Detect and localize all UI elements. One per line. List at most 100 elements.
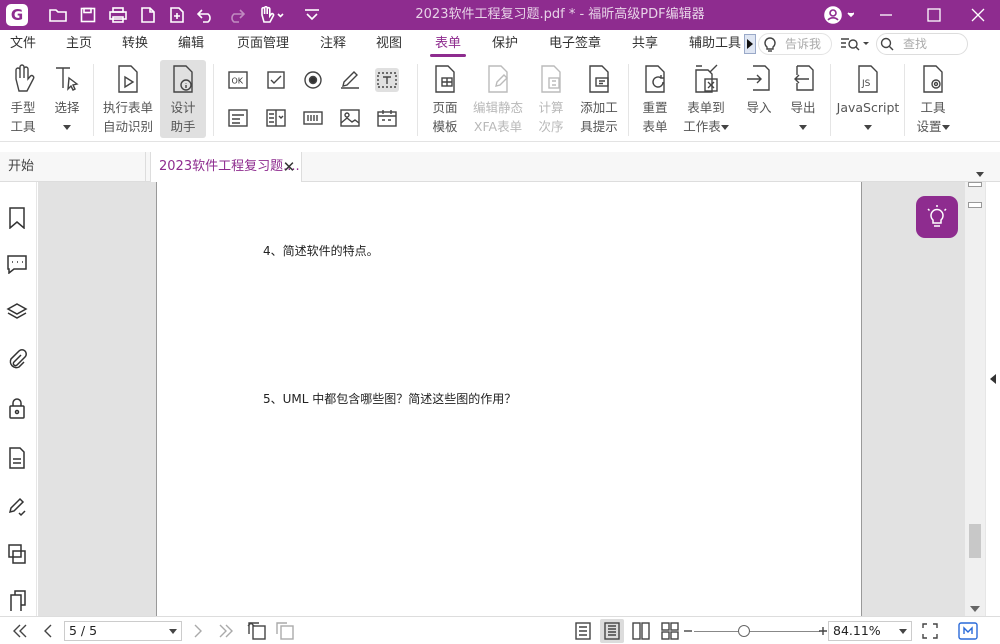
app-logo[interactable]: G bbox=[6, 4, 28, 26]
split-handle[interactable] bbox=[968, 182, 982, 187]
menu-protect[interactable]: 保护 bbox=[490, 30, 520, 58]
bookmark-icon[interactable] bbox=[5, 206, 29, 230]
play-arrow-icon bbox=[747, 39, 753, 49]
menu-page-management[interactable]: 页面管理 bbox=[234, 30, 292, 58]
pdf-page[interactable]: 4、简述软件的特点。 5、UML 中都包含哪些图？简述这些图的作用？ bbox=[156, 182, 862, 616]
layers-icon[interactable] bbox=[5, 300, 29, 324]
form-to-sheet-icon bbox=[695, 64, 718, 93]
image-field-icon[interactable] bbox=[338, 106, 362, 130]
fullscreen-icon[interactable] bbox=[918, 619, 942, 643]
attachment-icon[interactable] bbox=[5, 348, 29, 372]
new-document-icon[interactable] bbox=[165, 0, 189, 30]
next-view-icon[interactable] bbox=[273, 619, 297, 643]
print-icon[interactable] bbox=[106, 0, 130, 30]
menu-e-signature[interactable]: 电子签章 bbox=[546, 30, 604, 58]
date-field-icon[interactable] bbox=[375, 106, 399, 130]
vertical-scrollbar[interactable] bbox=[965, 182, 985, 616]
tab-start[interactable]: 开始 bbox=[0, 152, 146, 182]
chevron-down-icon bbox=[720, 125, 729, 130]
facing-view-icon[interactable] bbox=[629, 619, 653, 643]
tool-settings-button[interactable]: 工具 设置 bbox=[910, 60, 956, 138]
list-box-field-icon[interactable] bbox=[226, 106, 250, 130]
form-to-sheet-button[interactable]: 表单到 工作表 bbox=[680, 60, 732, 138]
continuous-facing-view-icon[interactable] bbox=[658, 619, 682, 643]
radio-button-field-icon[interactable] bbox=[301, 68, 325, 92]
page-number-input[interactable]: 5 / 5 bbox=[64, 621, 182, 641]
last-page-icon[interactable] bbox=[214, 619, 238, 643]
page-thumbnails-icon[interactable] bbox=[5, 446, 29, 470]
content-panel-icon[interactable] bbox=[5, 542, 29, 566]
import-icon bbox=[747, 65, 770, 91]
import-button[interactable]: 导入 bbox=[736, 60, 782, 138]
add-tooltip-button[interactable]: 添加工 具提示 bbox=[576, 60, 622, 138]
zoom-slider[interactable] bbox=[694, 631, 820, 632]
previous-page-icon[interactable] bbox=[36, 619, 60, 643]
user-account-icon[interactable] bbox=[820, 0, 858, 30]
javascript-button[interactable]: JS JavaScript bbox=[836, 60, 900, 138]
menu-home[interactable]: 主页 bbox=[64, 30, 94, 58]
open-folder-icon[interactable] bbox=[46, 0, 70, 30]
design-assistant-button[interactable]: 设计 助手 bbox=[160, 60, 206, 138]
hand-icon bbox=[15, 64, 35, 92]
undo-icon[interactable] bbox=[194, 0, 218, 30]
menu-share[interactable]: 共享 bbox=[630, 30, 660, 58]
maximize-button[interactable] bbox=[914, 0, 954, 30]
menu-edit[interactable]: 编辑 bbox=[176, 30, 206, 58]
left-navigation-panel bbox=[0, 182, 37, 616]
zoom-slider-knob[interactable] bbox=[738, 625, 751, 637]
security-lock-icon[interactable] bbox=[5, 396, 29, 420]
chevron-down-icon bbox=[169, 629, 177, 634]
barcode-field-icon[interactable] bbox=[301, 106, 325, 130]
tab-document[interactable]: 2023软件工程复习题.... ✕ bbox=[150, 152, 302, 183]
hand-tool-button[interactable]: 手型 工具 bbox=[0, 60, 46, 138]
menu-scroll-right-button[interactable] bbox=[744, 34, 756, 54]
customize-toolbar-icon[interactable] bbox=[300, 0, 324, 30]
tab-list-dropdown[interactable] bbox=[976, 164, 984, 183]
hand-tool-quick-icon[interactable] bbox=[256, 0, 286, 30]
save-icon[interactable] bbox=[76, 0, 100, 30]
scroll-up-handle[interactable] bbox=[968, 202, 982, 208]
create-pdf-icon[interactable] bbox=[136, 0, 160, 30]
text-field-icon[interactable] bbox=[375, 68, 399, 92]
continuous-view-icon[interactable] bbox=[600, 619, 624, 643]
redo-icon[interactable] bbox=[224, 0, 248, 30]
smart-assistant-button[interactable] bbox=[916, 196, 958, 238]
run-form-recognition-button[interactable]: 执行表单 自动识别 bbox=[99, 60, 157, 138]
next-page-icon[interactable] bbox=[186, 619, 210, 643]
minimize-button[interactable] bbox=[866, 0, 906, 30]
reading-mode-icon[interactable] bbox=[956, 619, 980, 643]
push-button-field-icon[interactable]: OK bbox=[226, 68, 250, 92]
menu-form[interactable]: 表单 bbox=[430, 30, 466, 58]
select-button[interactable]: 选择 bbox=[44, 60, 90, 138]
first-page-icon[interactable] bbox=[8, 619, 32, 643]
combo-box-field-icon[interactable] bbox=[264, 106, 288, 130]
menu-convert[interactable]: 转换 bbox=[120, 30, 150, 58]
design-assistant-icon bbox=[173, 65, 193, 93]
edit-static-xfa-button[interactable]: 编辑静态 XFA表单 bbox=[470, 60, 526, 138]
search-options-icon[interactable] bbox=[840, 36, 872, 52]
close-tab-icon[interactable]: ✕ bbox=[281, 152, 297, 182]
chevron-down-icon bbox=[63, 125, 71, 130]
signature-field-icon[interactable] bbox=[338, 68, 362, 92]
previous-view-icon[interactable] bbox=[245, 619, 269, 643]
menu-comment[interactable]: 注释 bbox=[318, 30, 348, 58]
question-4-text: 4、简述软件的特点。 bbox=[263, 244, 379, 258]
zoom-level-input[interactable]: 84.11% bbox=[828, 621, 912, 641]
export-button[interactable]: 导出 bbox=[780, 60, 826, 138]
destinations-icon[interactable] bbox=[5, 588, 29, 612]
reset-form-button[interactable]: 重置 表单 bbox=[632, 60, 678, 138]
expand-right-panel-icon[interactable] bbox=[990, 374, 996, 384]
checkbox-field-icon[interactable] bbox=[264, 68, 288, 92]
scroll-down-arrow-icon[interactable] bbox=[970, 606, 980, 612]
calculation-order-button[interactable]: 计算 次序 bbox=[528, 60, 574, 138]
menu-accessibility[interactable]: 辅助工具 bbox=[686, 30, 744, 58]
edit-xfa-icon bbox=[488, 65, 508, 93]
close-button[interactable] bbox=[958, 0, 998, 30]
menu-view[interactable]: 视图 bbox=[374, 30, 404, 58]
page-template-button[interactable]: 页面 模板 bbox=[422, 60, 468, 138]
single-page-view-icon[interactable] bbox=[571, 619, 595, 643]
scrollbar-thumb[interactable] bbox=[969, 524, 981, 558]
signature-panel-icon[interactable] bbox=[5, 494, 29, 518]
menu-file[interactable]: 文件 bbox=[8, 30, 38, 58]
comment-icon[interactable] bbox=[5, 252, 29, 276]
